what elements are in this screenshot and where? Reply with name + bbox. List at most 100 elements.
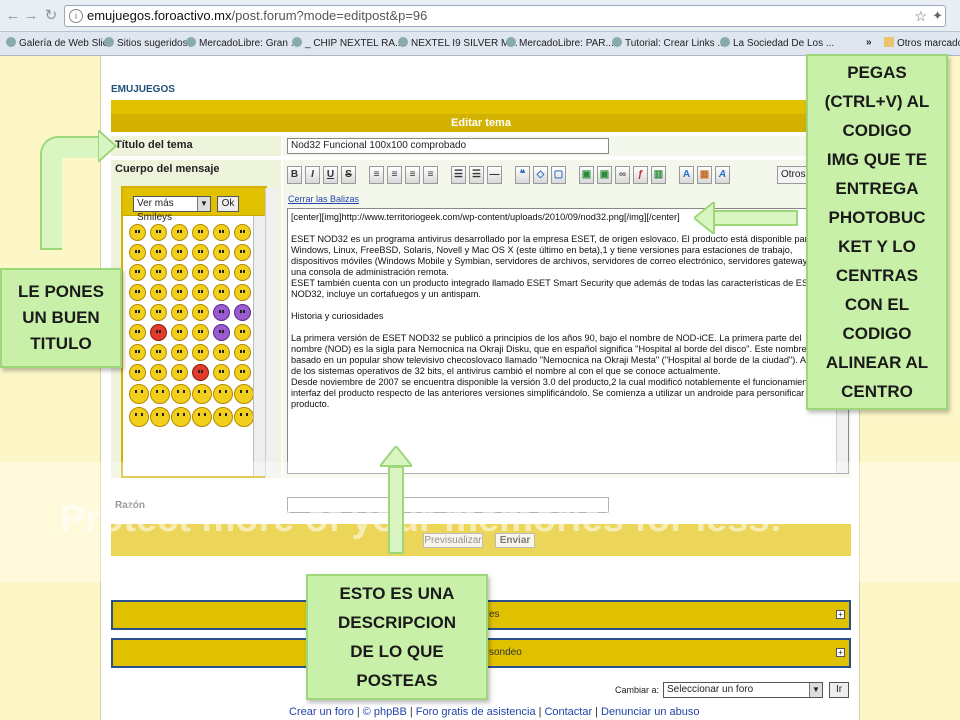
smiley-icon[interactable]: [150, 284, 167, 301]
smiley-icon[interactable]: [234, 324, 251, 341]
smiley-icon[interactable]: [192, 224, 209, 241]
smiley-icon[interactable]: [234, 244, 251, 261]
code-icon[interactable]: ◇: [533, 166, 548, 184]
chevron-down-icon[interactable]: ▼: [197, 197, 210, 211]
smiley-icon[interactable]: [150, 407, 170, 427]
align-left-icon[interactable]: ≡: [369, 166, 384, 184]
smiley-icon[interactable]: [192, 264, 209, 281]
smiley-icon[interactable]: [171, 264, 188, 281]
smiley-icon[interactable]: [129, 344, 146, 361]
smiley-icon[interactable]: [192, 324, 209, 341]
footer-link[interactable]: © phpBB: [363, 706, 407, 718]
smiley-icon[interactable]: [192, 384, 212, 404]
bookmarks-overflow-icon[interactable]: »: [866, 37, 872, 48]
smiley-icon[interactable]: [213, 324, 230, 341]
back-icon[interactable]: ←: [4, 7, 22, 25]
topic-title-input[interactable]: Nod32 Funcional 100x100 comprobado: [287, 138, 609, 154]
align-center-icon[interactable]: ≡: [387, 166, 402, 184]
jump-to-select[interactable]: Seleccionar un foro ▼: [663, 682, 823, 698]
font-size-icon[interactable]: A: [679, 166, 694, 184]
align-right-icon[interactable]: ≡: [405, 166, 420, 184]
smiley-icon[interactable]: [129, 364, 146, 381]
forward-icon[interactable]: →: [22, 7, 40, 25]
smiley-icon[interactable]: [213, 264, 230, 281]
bookmark-item[interactable]: NEXTEL I9 SILVER M...: [398, 37, 518, 49]
underline-button[interactable]: U: [323, 166, 338, 184]
smiley-icon[interactable]: [192, 344, 209, 361]
smiley-icon[interactable]: [150, 364, 167, 381]
smiley-icon[interactable]: [150, 224, 167, 241]
bookmark-item[interactable]: MercadoLibre: PAR...: [506, 37, 614, 49]
go-button[interactable]: Ir: [829, 682, 849, 698]
address-bar[interactable]: i emujuegos.foroactivo.mx/post.forum?mod…: [64, 5, 946, 27]
smiley-icon[interactable]: [213, 344, 230, 361]
font-face-icon[interactable]: A: [715, 166, 730, 184]
smiley-icon[interactable]: [234, 264, 251, 281]
list-numbered-icon[interactable]: ☰: [469, 166, 484, 184]
smiley-icon[interactable]: [171, 244, 188, 261]
smiley-icon[interactable]: [171, 407, 191, 427]
body-label-scrollbar[interactable]: [265, 188, 277, 478]
smiley-icon[interactable]: [129, 224, 146, 241]
spoiler-icon[interactable]: ▢: [551, 166, 566, 184]
bookmark-item[interactable]: La Sociedad De Los ...: [720, 37, 834, 49]
smiley-icon[interactable]: [192, 284, 209, 301]
smiley-icon[interactable]: [234, 344, 251, 361]
smiley-icon[interactable]: [171, 324, 188, 341]
host-image-icon[interactable]: ▣: [597, 166, 612, 184]
chevron-down-icon[interactable]: ▼: [809, 683, 822, 697]
smiley-icon[interactable]: [150, 264, 167, 281]
smiley-icon[interactable]: [213, 224, 230, 241]
smiley-icon[interactable]: [234, 364, 251, 381]
smiley-icon[interactable]: [234, 224, 251, 241]
message-textarea[interactable]: [center][img]http://www.territoriogeek.c…: [287, 208, 849, 474]
smiley-icon[interactable]: [213, 304, 230, 321]
smiley-icon[interactable]: [192, 304, 209, 321]
expand-icon[interactable]: +: [836, 610, 845, 619]
smiley-icon[interactable]: [129, 304, 146, 321]
smiley-icon[interactable]: [192, 407, 212, 427]
smileys-ok-button[interactable]: Ok: [217, 196, 239, 212]
smiley-icon[interactable]: [129, 324, 146, 341]
smiley-icon[interactable]: [150, 344, 167, 361]
expand-icon[interactable]: +: [836, 648, 845, 657]
smiley-icon[interactable]: [150, 304, 167, 321]
smiley-icon[interactable]: [129, 244, 146, 261]
smiley-icon[interactable]: [150, 244, 167, 261]
smiley-icon[interactable]: [129, 407, 149, 427]
bookmark-star-icon[interactable]: ☆: [914, 6, 927, 26]
smiley-icon[interactable]: [213, 364, 230, 381]
image-icon[interactable]: ▣: [579, 166, 594, 184]
smiley-icon[interactable]: [234, 284, 251, 301]
smiley-icon[interactable]: [150, 384, 170, 404]
smiley-icon[interactable]: [171, 224, 188, 241]
bookmark-item[interactable]: Sitios sugeridos: [104, 37, 188, 49]
align-justify-icon[interactable]: ≡: [423, 166, 438, 184]
smiley-icon[interactable]: [171, 364, 188, 381]
footer-link[interactable]: Crear un foro: [289, 706, 354, 718]
smiley-icon[interactable]: [192, 364, 209, 381]
link-icon[interactable]: ∞: [615, 166, 630, 184]
bookmark-item[interactable]: Tutorial: Crear Links ...: [612, 37, 726, 49]
close-tags-link[interactable]: Cerrar las Balizas: [288, 194, 359, 204]
smiley-icon[interactable]: [171, 344, 188, 361]
list-icon[interactable]: ☰: [451, 166, 466, 184]
smiley-icon[interactable]: [213, 244, 230, 261]
smiley-icon[interactable]: [171, 284, 188, 301]
smiley-icon[interactable]: [192, 244, 209, 261]
quote-icon[interactable]: ❝: [515, 166, 530, 184]
bookmark-item[interactable]: Galería de Web Slice: [6, 37, 113, 49]
smiley-icon[interactable]: [213, 284, 230, 301]
smiley-icon[interactable]: [171, 304, 188, 321]
hr-icon[interactable]: —: [487, 166, 502, 184]
strike-button[interactable]: S: [341, 166, 356, 184]
smiley-icon[interactable]: [129, 384, 149, 404]
footer-link[interactable]: Contactar: [544, 706, 592, 718]
smiley-icon[interactable]: [171, 384, 191, 404]
page-info-icon[interactable]: i: [69, 9, 83, 23]
smiley-icon[interactable]: [234, 384, 254, 404]
smiley-icon[interactable]: [213, 384, 233, 404]
other-bookmarks[interactable]: Otros marcadores: [884, 37, 960, 49]
footer-link[interactable]: Denunciar un abuso: [601, 706, 699, 718]
smiley-icon[interactable]: [234, 304, 251, 321]
